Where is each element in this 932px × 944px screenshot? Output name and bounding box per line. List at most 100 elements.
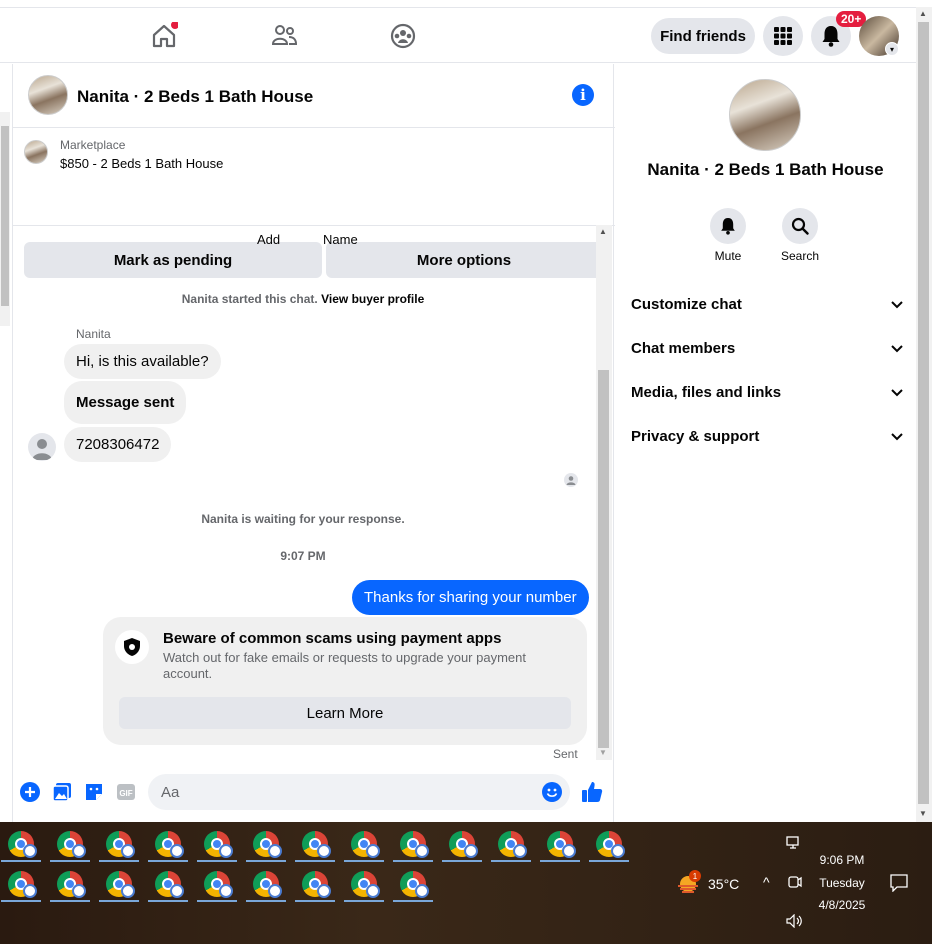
top-navigation: Find friends 20+ ▾ <box>0 7 916 63</box>
waiting-notice: Nanita is waiting for your response. <box>201 512 405 526</box>
sender-avatar[interactable] <box>28 433 56 461</box>
media-files-links-item[interactable]: Media, files and links <box>631 384 903 401</box>
marketplace-bar: Marketplace $850 - 2 Beds 1 Bath House M… <box>13 128 615 278</box>
scroll-down-icon[interactable]: ▼ <box>599 748 607 757</box>
scam-warning-title: Beware of common scams using payment app… <box>163 630 502 647</box>
message-bubble[interactable]: 7208306472 <box>64 427 172 462</box>
chat-started-notice: Nanita started this chat. View buyer pro… <box>13 292 593 306</box>
chrome-taskbar-icon[interactable] <box>344 868 384 902</box>
customize-chat-item[interactable]: Customize chat <box>631 296 903 313</box>
plus-icon[interactable] <box>20 782 40 802</box>
clock-day[interactable]: Tuesday <box>810 876 874 890</box>
left-scrollbar-thumb[interactable] <box>1 126 9 306</box>
clock-time[interactable]: 9:06 PM <box>810 853 874 867</box>
chat-title[interactable]: Nanita · 2 Beds 1 Bath House <box>77 87 313 107</box>
learn-more-button[interactable]: Learn More <box>119 697 571 729</box>
page-scroll-down-icon[interactable]: ▼ <box>919 809 927 818</box>
chrome-taskbar-icon[interactable] <box>442 828 482 862</box>
media-files-links-label: Media, files and links <box>631 384 782 401</box>
my-message-bubble[interactable]: Thanks for sharing your number <box>352 580 589 615</box>
listing-thumbnail[interactable] <box>24 140 48 164</box>
chat-header: Nanita · 2 Beds 1 Bath House i <box>13 64 615 128</box>
menu-grid-button[interactable] <box>763 16 803 56</box>
chrome-taskbar-icon[interactable] <box>246 828 286 862</box>
volume-icon[interactable] <box>786 914 804 928</box>
view-buyer-profile-link[interactable]: View buyer profile <box>321 292 424 306</box>
chrome-taskbar-icon[interactable] <box>491 828 531 862</box>
weather-badge: 1 <box>689 870 701 882</box>
chat-members-label: Chat members <box>631 340 736 357</box>
search-button[interactable] <box>782 208 818 244</box>
meet-now-icon[interactable] <box>786 875 802 889</box>
chrome-taskbar-icon[interactable] <box>197 828 237 862</box>
chrome-taskbar-icon[interactable] <box>393 828 433 862</box>
chat-avatar[interactable] <box>28 75 68 115</box>
privacy-support-item[interactable]: Privacy & support <box>631 428 903 445</box>
chrome-taskbar-icon[interactable] <box>1 828 41 862</box>
page-scroll-up-icon[interactable]: ▲ <box>919 9 927 18</box>
scam-warning-card: Beware of common scams using payment app… <box>103 617 587 745</box>
chrome-taskbar-icon[interactable] <box>589 828 629 862</box>
emoji-icon[interactable] <box>542 782 562 802</box>
chrome-taskbar-icon[interactable] <box>540 828 580 862</box>
network-icon[interactable] <box>786 836 802 850</box>
scroll-up-icon[interactable]: ▲ <box>599 227 607 236</box>
chevron-down-icon[interactable]: ▾ <box>885 42 899 56</box>
chat-members-item[interactable]: Chat members <box>631 340 903 357</box>
groups-icon[interactable] <box>389 22 417 50</box>
message-bubble[interactable]: Message sent <box>64 381 187 424</box>
mute-label: Mute <box>714 249 742 263</box>
chrome-taskbar-icon[interactable] <box>50 868 90 902</box>
windows-taskbar: 1 35°C ^ 9:06 PM Tuesday 4/8/2025 <box>0 822 932 944</box>
chrome-taskbar-icon[interactable] <box>99 828 139 862</box>
chevron-down-icon <box>891 388 903 396</box>
notification-center-icon[interactable] <box>890 874 908 892</box>
chevron-down-icon <box>891 432 903 440</box>
chrome-taskbar-icon[interactable] <box>50 828 90 862</box>
chrome-taskbar-icon[interactable] <box>197 868 237 902</box>
clock-date[interactable]: 4/8/2025 <box>810 898 874 912</box>
photo-icon[interactable] <box>52 782 72 802</box>
privacy-support-label: Privacy & support <box>631 428 760 445</box>
seen-avatar-icon <box>564 473 578 487</box>
chevron-down-icon <box>891 344 903 352</box>
chrome-taskbar-icon[interactable] <box>295 868 335 902</box>
like-icon[interactable] <box>581 780 603 804</box>
chrome-taskbar-icon[interactable] <box>246 868 286 902</box>
chrome-taskbar-icon[interactable] <box>99 868 139 902</box>
chrome-taskbar-icon[interactable] <box>148 868 188 902</box>
chrome-taskbar-icon[interactable] <box>344 828 384 862</box>
scam-warning-body: Watch out for fake emails or requests to… <box>163 650 526 681</box>
message-input[interactable]: Aa <box>148 774 570 810</box>
chrome-taskbar-icon[interactable] <box>393 868 433 902</box>
customize-chat-label: Customize chat <box>631 296 742 313</box>
mute-button[interactable] <box>710 208 746 244</box>
more-options-button[interactable]: More options <box>326 242 602 278</box>
chrome-taskbar-icon[interactable] <box>148 828 188 862</box>
chat-scrollbar-thumb[interactable] <box>598 370 609 748</box>
chrome-taskbar-icon[interactable] <box>295 828 335 862</box>
gif-icon[interactable]: GIF <box>116 782 136 802</box>
panel-avatar[interactable] <box>729 79 801 151</box>
friends-icon[interactable] <box>270 22 298 50</box>
chrome-taskbar-icon[interactable] <box>1 868 41 902</box>
message-timestamp: 9:07 PM <box>280 549 326 563</box>
svg-text:GIF: GIF <box>119 789 132 798</box>
name-action-label[interactable]: Name <box>323 232 358 247</box>
person-icon <box>32 439 52 460</box>
chevron-down-icon <box>891 300 903 308</box>
add-action-label[interactable]: Add <box>257 232 280 247</box>
info-icon[interactable]: i <box>572 84 594 106</box>
message-bubble[interactable]: Hi, is this available? <box>64 344 221 379</box>
find-friends-button[interactable]: Find friends <box>651 18 755 54</box>
started-text: Nanita started this chat. <box>181 292 318 306</box>
mark-pending-button[interactable]: Mark as pending <box>24 242 322 278</box>
temperature[interactable]: 35°C <box>708 876 739 892</box>
home-icon[interactable] <box>150 22 178 50</box>
listing-price-title[interactable]: $850 - 2 Beds 1 Bath House <box>60 156 223 171</box>
bell-icon <box>721 218 735 235</box>
search-icon <box>791 217 809 235</box>
page-scrollbar-thumb[interactable] <box>918 22 929 804</box>
chevron-up-icon[interactable]: ^ <box>763 874 770 890</box>
sticker-icon[interactable] <box>84 782 104 802</box>
